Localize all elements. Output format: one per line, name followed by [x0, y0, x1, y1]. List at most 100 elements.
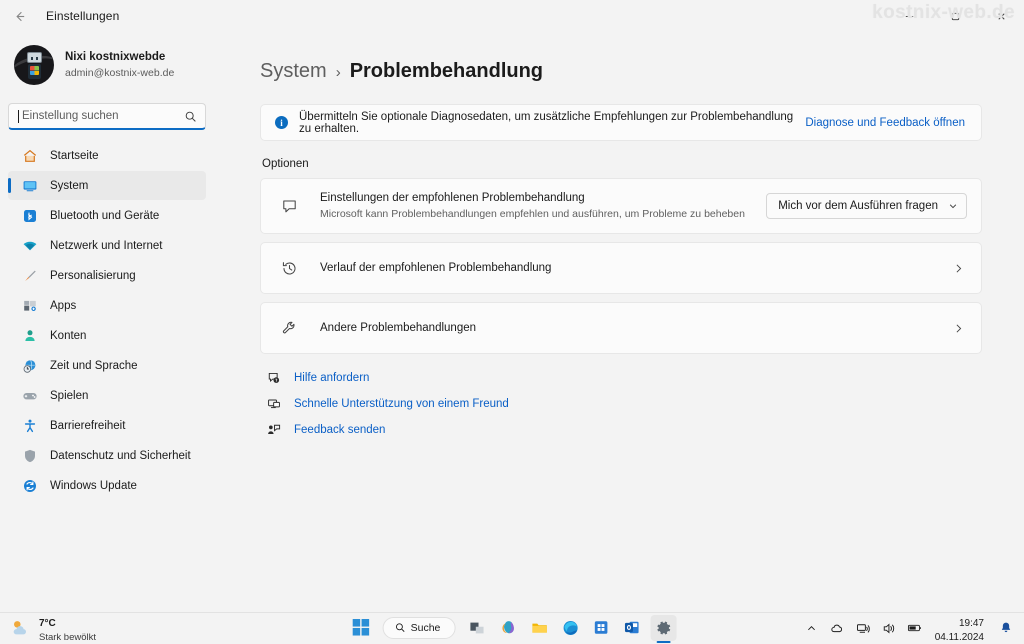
- maximize-button[interactable]: [932, 0, 978, 32]
- bell-icon[interactable]: [997, 620, 1014, 637]
- cloud-icon[interactable]: [829, 620, 846, 637]
- account-block[interactable]: Nixi kostnixwebde admin@kostnix-web.de: [8, 32, 206, 97]
- recommended-troubleshooting-dropdown[interactable]: Mich vor dem Ausführen fragen: [766, 193, 967, 219]
- taskbar-apps: Suche: [348, 615, 677, 641]
- sidebar-item-label: Spielen: [50, 390, 88, 402]
- bluetooth-icon: [21, 207, 38, 224]
- card-title: Andere Problembehandlungen: [320, 320, 952, 337]
- wifi-icon: [21, 237, 38, 254]
- sidebar-item-zeit-sprache[interactable]: Zeit und Sprache: [8, 351, 206, 380]
- sidebar-item-barrierefreiheit[interactable]: Barrierefreiheit: [8, 411, 206, 440]
- settings-window: Einstellungen kostnix-web.de: [0, 0, 1024, 612]
- update-icon: [21, 477, 38, 494]
- chevron-right-icon[interactable]: [952, 262, 967, 275]
- battery-icon[interactable]: [907, 620, 924, 637]
- microsoft-store-button[interactable]: [588, 615, 614, 641]
- search-box[interactable]: [8, 103, 206, 130]
- sidebar-item-label: Bluetooth und Geräte: [50, 210, 159, 222]
- brush-icon: [21, 267, 38, 284]
- main-content: System › Problembehandlung i Übermitteln…: [214, 32, 1024, 612]
- banner-text: Übermitteln Sie optionale Diagnosedaten,…: [299, 111, 794, 135]
- clock-time: 19:47: [959, 618, 984, 629]
- file-explorer-button[interactable]: [526, 615, 552, 641]
- accessibility-icon: [21, 417, 38, 434]
- taskbar-search-button[interactable]: Suche: [383, 617, 456, 639]
- search-container: [8, 97, 206, 141]
- minimize-button[interactable]: [886, 0, 932, 32]
- outlook-button[interactable]: [619, 615, 645, 641]
- sidebar-item-startseite[interactable]: Startseite: [8, 141, 206, 170]
- sidebar-item-spielen[interactable]: Spielen: [8, 381, 206, 410]
- system-tray: 19:47 04.11.2024: [803, 613, 1024, 643]
- shield-icon: [21, 447, 38, 464]
- link-label[interactable]: Schnelle Unterstützung von einem Freund: [294, 398, 509, 410]
- link-row-send-feedback[interactable]: Feedback senden: [260, 422, 982, 438]
- speech-bubble-icon: [278, 195, 300, 217]
- settings-button[interactable]: [650, 615, 676, 641]
- copilot-button[interactable]: [495, 615, 521, 641]
- account-email: admin@kostnix-web.de: [65, 66, 174, 80]
- search-input[interactable]: [22, 110, 184, 122]
- taskbar-search-label: Suche: [411, 622, 441, 634]
- sidebar-item-label: Windows Update: [50, 480, 137, 492]
- window-title: Einstellungen: [46, 9, 119, 23]
- title-bar: Einstellungen kostnix-web.de: [0, 0, 1024, 32]
- page-title: Problembehandlung: [350, 60, 543, 83]
- card-other-troubleshooters[interactable]: Andere Problembehandlungen: [260, 302, 982, 354]
- show-hidden-icons-button[interactable]: [803, 620, 820, 637]
- sidebar-item-label: Barrierefreiheit: [50, 420, 125, 432]
- sidebar-item-bluetooth[interactable]: Bluetooth und Geräte: [8, 201, 206, 230]
- network-icon[interactable]: [855, 620, 872, 637]
- sidebar-item-system[interactable]: System: [8, 171, 206, 200]
- chevron-right-icon[interactable]: [952, 322, 967, 335]
- link-row-get-help[interactable]: Hilfe anfordern: [260, 370, 982, 386]
- section-label-optionen: Optionen: [262, 158, 982, 170]
- window-controls: [886, 0, 1024, 32]
- sidebar-item-apps[interactable]: Apps: [8, 291, 206, 320]
- sidebar-item-label: System: [50, 180, 88, 192]
- edge-button[interactable]: [557, 615, 583, 641]
- sidebar-item-datenschutz[interactable]: Datenschutz und Sicherheit: [8, 441, 206, 470]
- clock-globe-icon: [21, 357, 38, 374]
- monitor-icon: [21, 177, 38, 194]
- clock[interactable]: 19:47 04.11.2024: [935, 612, 984, 643]
- dropdown-value: Mich vor dem Ausführen fragen: [778, 200, 938, 212]
- sidebar-item-label: Netzwerk und Internet: [50, 240, 163, 252]
- task-view-button[interactable]: [464, 615, 490, 641]
- avatar: [14, 45, 54, 85]
- link-label[interactable]: Feedback senden: [294, 424, 385, 436]
- sidebar-item-konten[interactable]: Konten: [8, 321, 206, 350]
- help-links: Hilfe anfordern Schnelle Unterstützung v…: [260, 370, 982, 438]
- help-icon: [266, 370, 282, 386]
- weather-widget[interactable]: 7°C Stark bewölkt: [0, 612, 250, 644]
- history-icon: [278, 257, 300, 279]
- home-icon: [21, 147, 38, 164]
- search-icon[interactable]: [184, 110, 197, 123]
- weather-temperature: 7°C: [39, 618, 56, 629]
- person-icon: [21, 327, 38, 344]
- chevron-down-icon: [948, 201, 958, 211]
- close-button[interactable]: [978, 0, 1024, 32]
- sidebar-item-personalisierung[interactable]: Personalisierung: [8, 261, 206, 290]
- open-diagnostics-feedback-link[interactable]: Diagnose und Feedback öffnen: [805, 117, 965, 129]
- diagnostics-banner: i Übermitteln Sie optionale Diagnosedate…: [260, 104, 982, 141]
- link-row-quick-assist[interactable]: Schnelle Unterstützung von einem Freund: [260, 396, 982, 412]
- link-label[interactable]: Hilfe anfordern: [294, 372, 369, 384]
- account-name: Nixi kostnixwebde: [65, 50, 174, 66]
- sidebar-item-label: Apps: [50, 300, 76, 312]
- volume-icon[interactable]: [881, 620, 898, 637]
- breadcrumb: System › Problembehandlung: [260, 60, 982, 83]
- card-troubleshooting-history[interactable]: Verlauf der empfohlenen Problembehandlun…: [260, 242, 982, 294]
- partly-cloudy-icon: [9, 618, 31, 638]
- breadcrumb-separator-icon: ›: [336, 64, 341, 81]
- card-title: Einstellungen der empfohlenen Problembeh…: [320, 190, 766, 207]
- sidebar-item-netzwerk[interactable]: Netzwerk und Internet: [8, 231, 206, 260]
- window-body: Nixi kostnixwebde admin@kostnix-web.de: [0, 32, 1024, 612]
- breadcrumb-parent[interactable]: System: [260, 60, 327, 83]
- start-button[interactable]: [348, 615, 374, 641]
- card-recommended-troubleshooting-settings[interactable]: Einstellungen der empfohlenen Problembeh…: [260, 178, 982, 234]
- back-button[interactable]: [4, 2, 34, 30]
- sidebar-nav: Startseite System: [8, 141, 206, 500]
- sidebar-item-windows-update[interactable]: Windows Update: [8, 471, 206, 500]
- sidebar-item-label: Zeit und Sprache: [50, 360, 138, 372]
